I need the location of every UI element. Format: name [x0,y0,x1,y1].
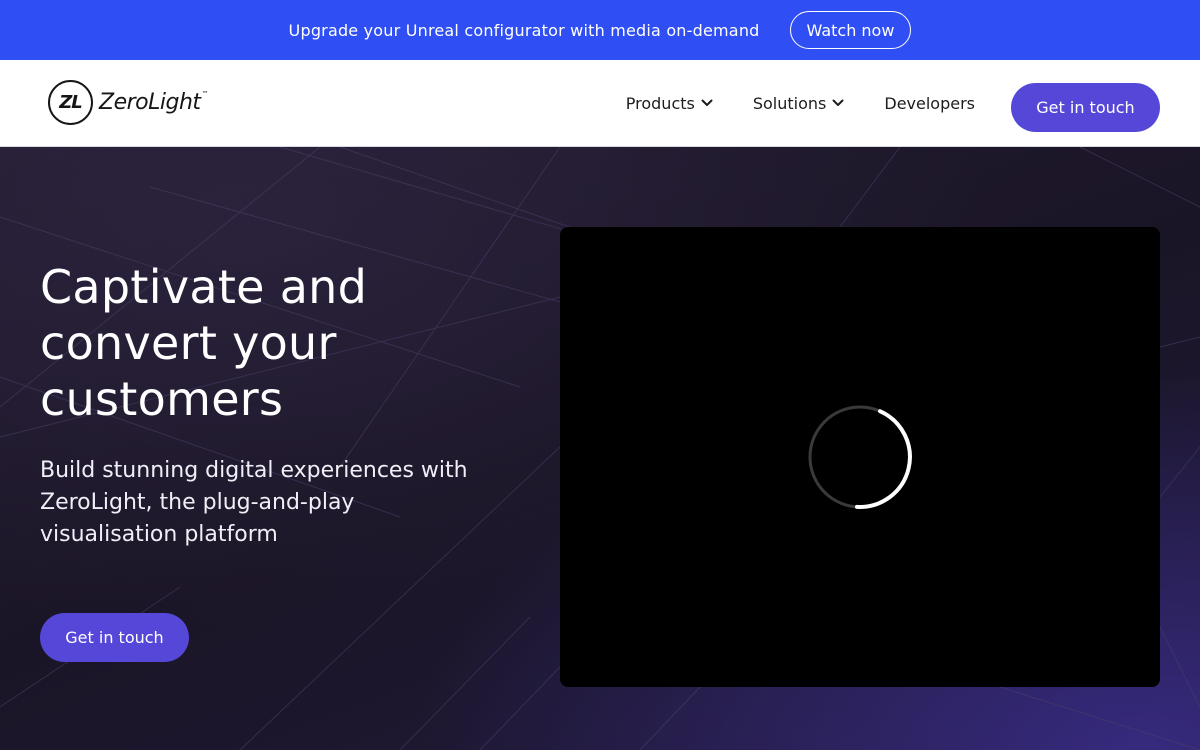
announcement-text: Upgrade your Unreal configurator with me… [288,20,760,40]
nav-item-label: Products [625,93,695,113]
hero-title: Captivate and convert your customers [40,260,368,426]
logo-mark: ZL [48,79,93,125]
hero-get-in-touch-button[interactable]: Get in touch [40,613,189,662]
get-in-touch-button[interactable]: Get in touch [1011,83,1160,132]
logo-name: ZeroLight [99,89,201,115]
navbar: ZL ZeroLight™ Products Solutions Develop… [0,60,1200,147]
logo-wordmark: ZeroLight™ [99,90,208,115]
announcement-bar: Upgrade your Unreal configurator with me… [0,0,1200,60]
nav-menu: Products Solutions Developers [586,90,975,116]
hero-section: Captivate and convert your customers Bui… [0,147,1200,750]
chevron-down-icon [832,99,844,106]
chevron-down-icon [701,99,713,106]
hero-subtitle: Build stunning digital experiences with … [40,458,468,547]
nav-item-products[interactable]: Products [626,94,713,113]
logo-trademark: ™ [201,89,209,98]
nav-item-solutions[interactable]: Solutions [753,94,845,113]
nav-item-label: Solutions [752,93,827,113]
nav-item-developers[interactable]: Developers [884,94,975,113]
logo[interactable]: ZL ZeroLight™ [48,79,208,125]
loading-spinner-icon [808,405,912,509]
watch-now-button[interactable]: Watch now [789,11,912,49]
video-player[interactable] [560,227,1160,687]
nav-item-label: Developers [884,93,975,113]
